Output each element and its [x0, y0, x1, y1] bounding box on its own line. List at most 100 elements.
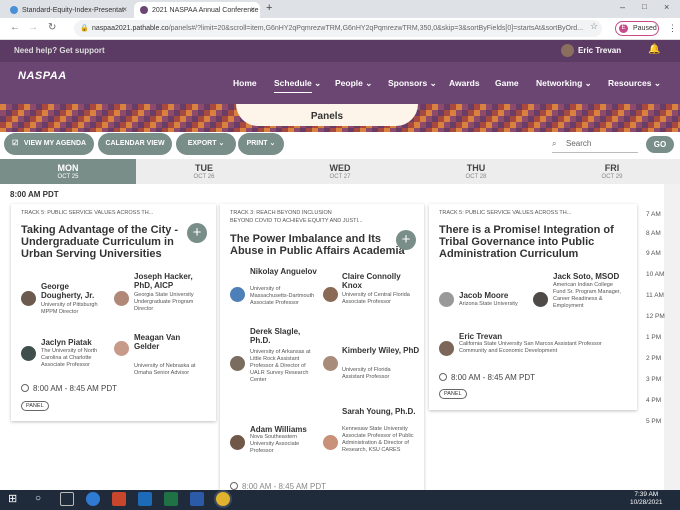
- tab-wed[interactable]: WED OCT 27: [272, 159, 408, 184]
- scrollbar[interactable]: [664, 184, 680, 490]
- browser-menu-icon[interactable]: ⋮: [668, 23, 677, 34]
- tab-mon[interactable]: MON OCT 25: [0, 159, 136, 184]
- edge-icon[interactable]: [86, 492, 100, 506]
- help-link[interactable]: Need help? Get support: [14, 46, 105, 55]
- search-icon[interactable]: ○: [35, 492, 49, 506]
- bell-icon[interactable]: 🔔: [648, 44, 660, 55]
- day-label: THU: [466, 163, 486, 173]
- nav-people[interactable]: People ⌄: [335, 78, 372, 89]
- print-button[interactable]: PRINT ⌄: [238, 133, 284, 155]
- close-icon[interactable]: ×: [122, 5, 127, 14]
- avatar[interactable]: [21, 291, 36, 306]
- tab-tue[interactable]: TUE OCT 26: [136, 159, 272, 184]
- browser-tab-strip: Standard-Equity-Index-Presentat × 2021 N…: [0, 0, 680, 18]
- speaker-title: Nova Southeastern University Associate P…: [250, 434, 300, 454]
- speaker-name[interactable]: Jack Soto, MSOD: [553, 272, 633, 281]
- session-title[interactable]: Taking Advantage of the City - Undergrad…: [21, 224, 191, 260]
- speaker-name[interactable]: Joseph Hacker, PhD, AICP: [134, 272, 212, 290]
- task-view-icon[interactable]: [60, 492, 74, 506]
- session-title[interactable]: The Power Imbalance and Its Abuse in Pub…: [230, 233, 410, 257]
- reload-icon[interactable]: ↻: [48, 22, 56, 33]
- speaker-name[interactable]: Jacob Moore: [459, 291, 539, 300]
- avatar[interactable]: [439, 341, 454, 356]
- windows-start-icon[interactable]: ⊞: [8, 492, 22, 506]
- browser-tab[interactable]: Standard-Equity-Index-Presentat ×: [4, 2, 132, 18]
- bookmark-star-icon[interactable]: ☆: [590, 21, 598, 32]
- session-title[interactable]: There is a Promise! Integration of Triba…: [439, 224, 629, 260]
- speaker-name[interactable]: Eric Trevan: [459, 332, 559, 341]
- search-input[interactable]: ⌕ Search: [552, 135, 638, 153]
- powerpoint-icon[interactable]: [112, 492, 126, 506]
- avatar[interactable]: [323, 287, 338, 302]
- nav-resources[interactable]: Resources ⌄: [608, 78, 661, 89]
- session-card[interactable]: TRACK 3: REACH BEYOND INCLUSION BEYOND C…: [220, 204, 424, 490]
- avatar[interactable]: [323, 435, 338, 450]
- profile-button[interactable]: E Paused: [615, 21, 659, 36]
- add-to-agenda-button[interactable]: +: [396, 230, 416, 250]
- speaker-name[interactable]: Sarah Young, Ph.D.: [342, 407, 420, 416]
- avatar[interactable]: [230, 287, 245, 302]
- avatar-placeholder-icon[interactable]: [439, 292, 454, 307]
- browser-tab-active[interactable]: 2021 NASPAA Annual Conference ×: [134, 2, 260, 18]
- export-button[interactable]: EXPORT ⌄: [176, 133, 236, 155]
- avatar[interactable]: [230, 435, 245, 450]
- session-type-badge[interactable]: PANEL: [21, 401, 49, 411]
- session-card[interactable]: TRACK 5: PUBLIC SERVICE VALUES ACROSS TH…: [11, 204, 216, 421]
- nav-networking[interactable]: Networking ⌄: [536, 78, 592, 89]
- close-icon[interactable]: ×: [250, 5, 255, 14]
- nav-schedule[interactable]: Schedule ⌄: [274, 78, 321, 93]
- window-close-icon[interactable]: ×: [664, 2, 669, 12]
- view-my-agenda-button[interactable]: ☑ VIEW MY AGENDA: [4, 133, 94, 155]
- speaker-name[interactable]: Nikolay Anguelov: [250, 267, 318, 276]
- nav-sponsors[interactable]: Sponsors ⌄: [388, 78, 437, 89]
- calendar-view-button[interactable]: CALENDAR VIEW: [98, 133, 172, 155]
- speaker-title: Kennesaw State University Associate Prof…: [342, 426, 414, 453]
- session-card[interactable]: TRACK 5: PUBLIC SERVICE VALUES ACROSS TH…: [429, 204, 637, 410]
- session-type-badge[interactable]: PANEL: [439, 389, 467, 399]
- excel-icon[interactable]: [164, 492, 178, 506]
- minimize-icon[interactable]: –: [620, 2, 625, 12]
- user-name[interactable]: Eric Trevan: [578, 46, 621, 55]
- nav-awards[interactable]: Awards: [449, 78, 480, 88]
- speaker-title: American Indian College Fund Sr. Program…: [553, 282, 621, 309]
- tab-thu[interactable]: THU OCT 28: [408, 159, 544, 184]
- maximize-icon[interactable]: □: [642, 2, 647, 11]
- title-line: Tribal Governance into Public: [439, 236, 595, 248]
- avatar[interactable]: [21, 346, 36, 361]
- forward-icon[interactable]: →: [28, 22, 38, 33]
- go-button[interactable]: GO: [646, 136, 674, 153]
- url-field[interactable]: 🔒 naspaa2021.pathable.co/panels#/?limit=…: [74, 20, 602, 37]
- new-tab-icon[interactable]: +: [266, 2, 272, 14]
- nav-home[interactable]: Home: [233, 78, 257, 88]
- hour-label: 8 AM: [646, 230, 661, 237]
- naspaa-logo[interactable]: NASPAA: [18, 70, 66, 94]
- avatar[interactable]: [114, 291, 129, 306]
- date-label: OCT 25: [57, 174, 79, 180]
- avatar[interactable]: [533, 292, 548, 307]
- speaker-name[interactable]: Derek Slagle, Ph.D.: [250, 327, 318, 345]
- avatar[interactable]: [114, 341, 129, 356]
- speaker-name[interactable]: Claire Connolly Knox: [342, 272, 420, 290]
- speaker-name[interactable]: Adam Williams: [250, 425, 318, 434]
- avatar[interactable]: [230, 356, 245, 371]
- nav-game[interactable]: Game: [495, 78, 519, 88]
- add-to-agenda-button[interactable]: +: [187, 223, 207, 243]
- time-text: 8:00 AM - 8:45 AM PDT: [451, 373, 536, 382]
- main-nav: NASPAA Home Schedule ⌄ People ⌄ Sponsors…: [0, 62, 680, 104]
- back-icon[interactable]: ←: [10, 22, 20, 33]
- day-label: FRI: [604, 163, 620, 173]
- tab-fri[interactable]: FRI OCT 29: [544, 159, 680, 184]
- outlook-icon[interactable]: [138, 492, 152, 506]
- avatar[interactable]: [561, 44, 574, 57]
- speaker-title: University of Massachusetts-Dartmouth As…: [250, 286, 315, 306]
- speaker-name[interactable]: Jaclyn Piatak: [41, 338, 111, 347]
- speaker-name[interactable]: Meagan Van Gelder: [134, 333, 204, 351]
- speaker-name[interactable]: George Dougherty, Jr.: [41, 282, 111, 300]
- chrome-icon[interactable]: [216, 492, 230, 506]
- session-time: 8:00 AM - 8:45 AM PDT: [439, 373, 535, 382]
- word-icon[interactable]: [190, 492, 204, 506]
- system-clock[interactable]: 7:39 AM 10/28/2021: [630, 491, 663, 507]
- speaker-name[interactable]: Kimberly Wiley, PhD: [342, 346, 420, 355]
- title-line: Urban Serving Universities: [21, 248, 162, 260]
- avatar[interactable]: [323, 356, 338, 371]
